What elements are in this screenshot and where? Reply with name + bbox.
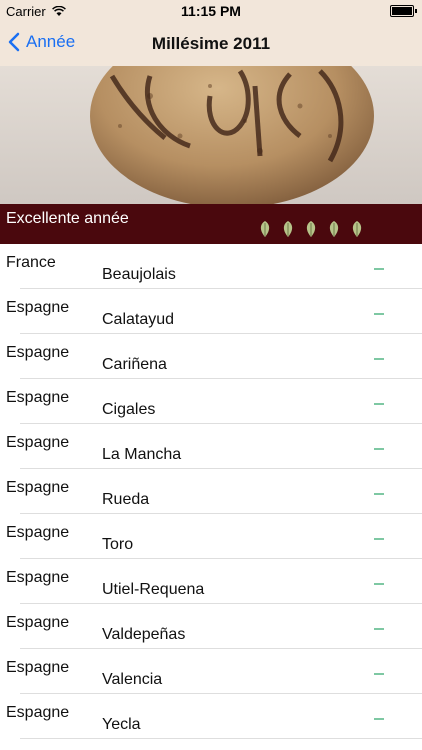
region-label: Yecla: [102, 716, 141, 733]
no-rating-dash: [374, 358, 384, 360]
row-divider: [20, 738, 422, 739]
region-label: Valencia: [102, 671, 163, 688]
grape-leaf-icon: [304, 220, 318, 243]
battery-icon: [390, 5, 417, 17]
grape-leaf-icon: [258, 220, 272, 243]
navigation-bar: Année Millésime 2011: [0, 22, 422, 67]
list-item[interactable]: Espagne Cigales: [0, 379, 422, 424]
region-list: France Beaujolais Espagne Calatayud Espa…: [0, 244, 422, 739]
country-label: Espagne: [6, 479, 70, 496]
status-bar: Carrier 11:15 PM: [0, 0, 422, 22]
status-time: 11:15 PM: [181, 3, 241, 19]
rating-leaves: [258, 220, 373, 243]
no-rating-dash: [374, 493, 384, 495]
country-label: Espagne: [6, 524, 70, 541]
vintage-rating-bar: Excellente année: [0, 204, 422, 244]
list-item[interactable]: Espagne Rueda: [0, 469, 422, 514]
region-label: Cigales: [102, 401, 156, 418]
no-rating-dash: [374, 538, 384, 540]
grape-leaf-icon: [281, 220, 295, 243]
no-rating-dash: [374, 583, 384, 585]
region-label: Rueda: [102, 491, 150, 508]
region-label: Toro: [102, 536, 134, 553]
grape-leaf-icon: [327, 220, 341, 243]
no-rating-dash: [374, 268, 384, 270]
list-item[interactable]: Espagne Yecla: [0, 694, 422, 739]
country-label: France: [6, 254, 56, 271]
region-label: Calatayud: [102, 311, 175, 328]
page-title: Millésime 2011: [151, 34, 271, 53]
list-item[interactable]: Espagne Utiel-Requena: [0, 559, 422, 604]
country-label: Espagne: [6, 299, 70, 316]
no-rating-dash: [374, 673, 384, 675]
no-rating-dash: [374, 628, 384, 630]
country-label: Espagne: [6, 389, 70, 406]
no-rating-dash: [374, 313, 384, 315]
region-label: Utiel-Requena: [102, 581, 205, 598]
list-item[interactable]: Espagne Cariñena: [0, 334, 422, 379]
region-label: Cariñena: [102, 356, 167, 373]
country-label: Espagne: [6, 704, 70, 721]
region-label: La Mancha: [102, 446, 182, 463]
rating-label: Excellente année: [6, 210, 129, 227]
cork-header-image: [0, 66, 422, 204]
country-label: Espagne: [6, 614, 70, 631]
list-item[interactable]: Espagne Calatayud: [0, 289, 422, 334]
region-label: Beaujolais: [102, 266, 176, 283]
country-label: Espagne: [6, 344, 70, 361]
country-label: Espagne: [6, 569, 70, 586]
list-item[interactable]: Espagne Toro: [0, 514, 422, 559]
no-rating-dash: [374, 403, 384, 405]
grape-leaf-icon: [350, 220, 364, 243]
list-item[interactable]: Espagne La Mancha: [0, 424, 422, 469]
list-item[interactable]: Espagne Valdepeñas: [0, 604, 422, 649]
no-rating-dash: [374, 718, 384, 720]
region-label: Valdepeñas: [102, 626, 186, 643]
list-item[interactable]: France Beaujolais: [0, 244, 422, 289]
no-rating-dash: [374, 448, 384, 450]
country-label: Espagne: [6, 434, 70, 451]
list-item[interactable]: Espagne Valencia: [0, 649, 422, 694]
country-label: Espagne: [6, 659, 70, 676]
